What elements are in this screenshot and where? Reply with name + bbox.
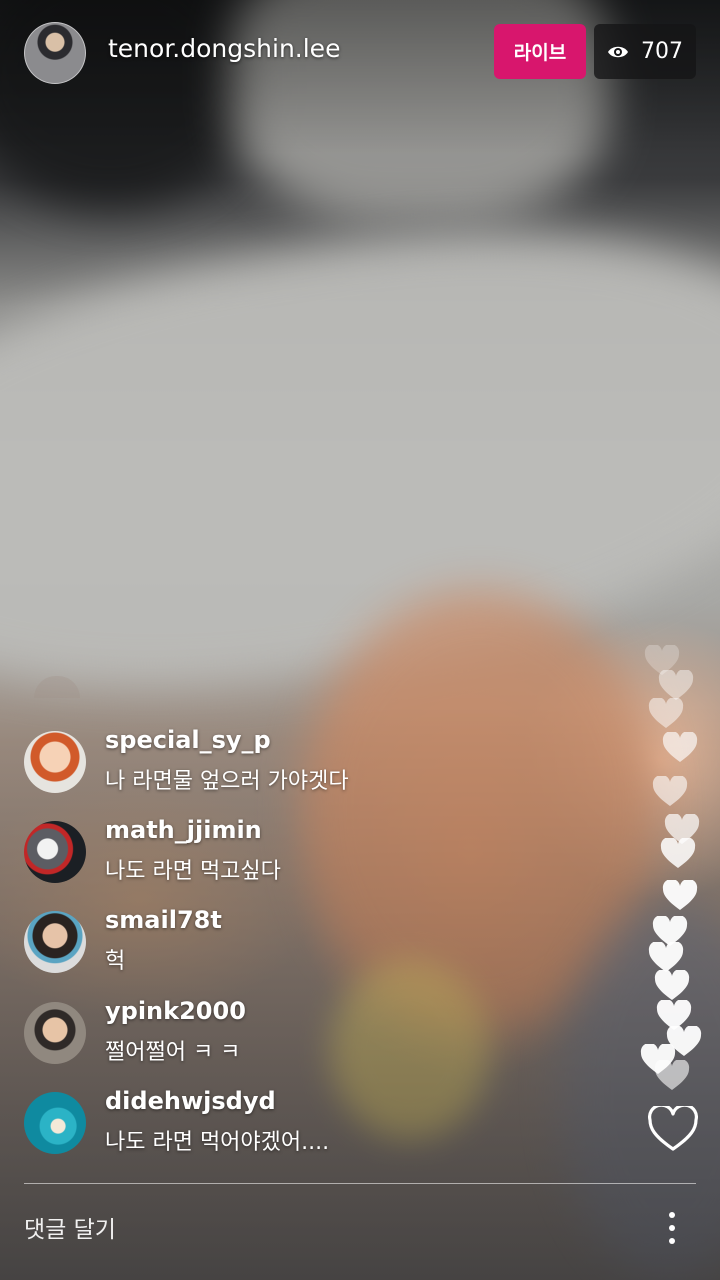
comment-username[interactable]: ypink2000	[105, 997, 246, 1025]
heart-icon	[662, 880, 698, 910]
more-options-icon[interactable]	[660, 1208, 684, 1248]
comment-username[interactable]: smail78t	[105, 906, 222, 934]
avatar[interactable]	[24, 1092, 86, 1154]
viewer-count-badge[interactable]: 707	[594, 24, 696, 79]
live-header: tenor.dongshin.lee 라이브 707	[0, 0, 720, 104]
floating-hearts	[636, 640, 720, 1110]
faded-comment	[24, 660, 484, 710]
avatar[interactable]	[24, 1002, 86, 1064]
avatar[interactable]	[24, 731, 86, 793]
heart-icon	[654, 1060, 690, 1090]
comment-text: 쩔어쩔어 ㅋ ㅋ	[105, 1040, 241, 1065]
comment-input[interactable]: 댓글 달기	[24, 1210, 116, 1244]
comment-text: 나도 라면 먹어야겠어....	[105, 1130, 330, 1155]
comment-username[interactable]: special_sy_p	[105, 726, 271, 754]
comment-text: 나 라면물 엎으러 가야겟다	[105, 769, 349, 794]
live-badge: 라이브	[494, 24, 586, 79]
heart-icon	[648, 698, 684, 728]
heart-icon	[652, 776, 688, 806]
comment-item: smail78t 헉	[24, 906, 624, 975]
heart-icon	[660, 838, 696, 868]
comment-item: didehwjsdyd 나도 라면 먹어야겠어....	[24, 1087, 624, 1156]
host-avatar[interactable]	[24, 22, 86, 84]
avatar[interactable]	[24, 821, 86, 883]
heart-icon	[662, 732, 698, 762]
eye-icon	[607, 41, 629, 63]
comment-username[interactable]: math_jjimin	[105, 816, 262, 844]
comment-text: 나도 라면 먹고싶다	[105, 859, 281, 884]
comment-item: special_sy_p 나 라면물 엎으러 가야겟다	[24, 726, 624, 795]
host-username[interactable]: tenor.dongshin.lee	[108, 34, 340, 63]
comment-item: ypink2000 쩔어쩔어 ㅋ ㅋ	[24, 997, 624, 1066]
footer-divider	[24, 1183, 696, 1184]
avatar[interactable]	[24, 911, 86, 973]
comment-item: math_jjimin 나도 라면 먹고싶다	[24, 816, 624, 885]
comment-username[interactable]: didehwjsdyd	[105, 1087, 276, 1115]
like-heart-button[interactable]	[648, 1106, 698, 1152]
avatar	[34, 676, 80, 698]
comment-text: 헉	[105, 949, 126, 974]
heart-icon	[654, 970, 690, 1000]
viewer-count: 707	[641, 39, 683, 64]
